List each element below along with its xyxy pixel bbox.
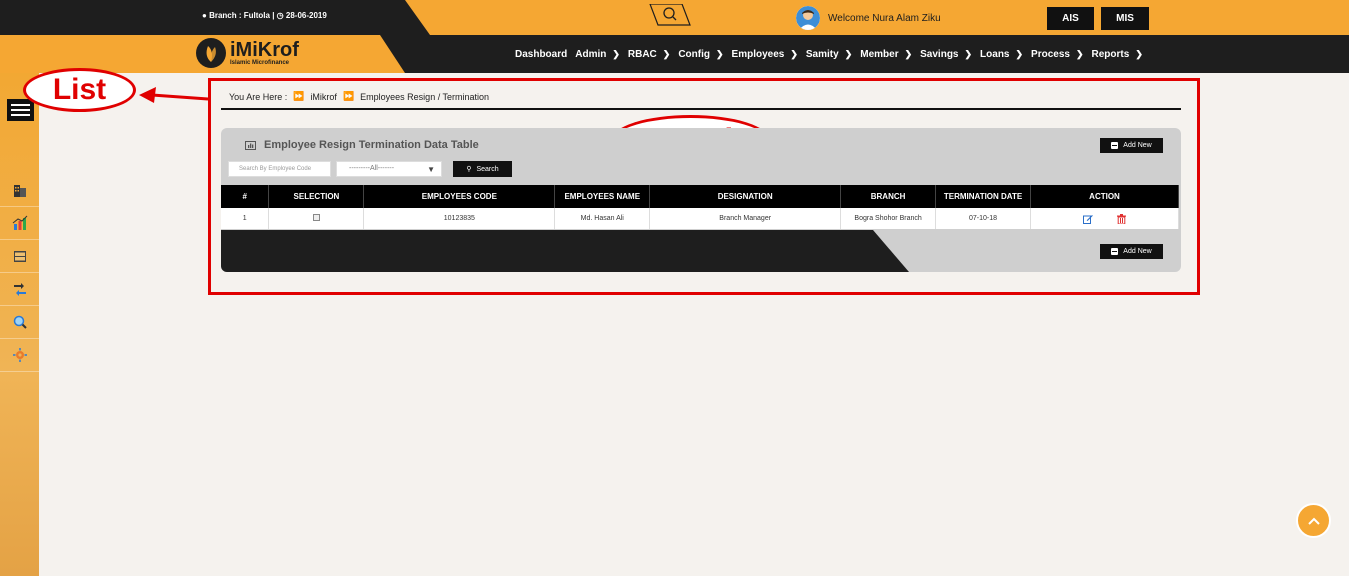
- chevron-right-icon: ❯: [612, 48, 620, 59]
- data-table-panel: Employee Resign Termination Data Table A…: [221, 128, 1181, 272]
- building-icon: [13, 185, 26, 197]
- col-employee-code: EMPLOYEES CODE: [363, 185, 556, 208]
- table-header-row: # SELECTION EMPLOYEES CODE EMPLOYEES NAM…: [221, 185, 1179, 208]
- search-plus-icon: ⚲: [466, 166, 472, 173]
- mis-button[interactable]: MIS: [1101, 7, 1149, 30]
- welcome-text: Welcome Nura Alam Ziku: [828, 12, 941, 24]
- sidebar-item-chart[interactable]: [0, 207, 39, 240]
- breadcrumb-divider: [221, 108, 1181, 110]
- termination-table: # SELECTION EMPLOYEES CODE EMPLOYEES NAM…: [221, 185, 1179, 229]
- chevron-right-icon: ❯: [964, 48, 973, 59]
- chevron-up-icon: [1307, 517, 1320, 525]
- menu-admin[interactable]: Admin ❯: [575, 49, 620, 60]
- cabinet-icon: [13, 251, 26, 262]
- scroll-to-top-button[interactable]: [1296, 503, 1331, 538]
- col-selection: SELECTION: [268, 185, 365, 208]
- chevron-right-icon: ❯: [662, 48, 671, 59]
- col-employee-name: EMPLOYEES NAME: [554, 185, 651, 208]
- search-toggle-button[interactable]: [648, 3, 692, 26]
- logo-title: iMiKrof: [230, 39, 299, 61]
- minus-square-icon: [1111, 142, 1119, 149]
- magnifier-icon: [13, 315, 27, 329]
- sidebar-item-building[interactable]: [0, 174, 39, 207]
- menu-samity[interactable]: Samity ❯: [806, 49, 852, 60]
- chevron-right-icon: ❯: [1015, 48, 1024, 59]
- caret-down-icon: ▼: [427, 165, 435, 174]
- breadcrumb-home[interactable]: iMikrof: [310, 92, 337, 102]
- chevron-right-icon: ❯: [1075, 48, 1084, 59]
- double-chevron-icon: ⏩: [293, 91, 305, 101]
- employee-code-search-input[interactable]: Search By Employee Code: [228, 161, 331, 177]
- col-branch: BRANCH: [840, 185, 937, 208]
- menu-config[interactable]: Config ❯: [678, 49, 723, 60]
- menu-employees[interactable]: Employees ❯: [732, 49, 798, 60]
- chevron-right-icon: ❯: [790, 48, 798, 59]
- col-designation: DESIGNATION: [649, 185, 842, 208]
- row-checkbox[interactable]: [312, 214, 320, 221]
- menu-savings[interactable]: Savings ❯: [920, 49, 972, 60]
- sidebar-item-cabinet[interactable]: [0, 240, 39, 273]
- sidebar: [0, 73, 39, 576]
- cell-selection: [268, 208, 365, 229]
- cell-name: Md. Hasan Ali: [554, 208, 651, 229]
- clock-icon: ◷: [276, 11, 284, 20]
- chevron-right-icon: ❯: [1135, 48, 1143, 59]
- menu-process[interactable]: Process ❯: [1031, 49, 1083, 60]
- gear-icon: [12, 348, 27, 362]
- bar-chart-icon: [245, 140, 256, 150]
- sidebar-item-search[interactable]: [0, 306, 39, 339]
- sidebar-item-transfer[interactable]: [0, 273, 39, 306]
- annotation-list-label: List: [23, 68, 136, 112]
- main-menu: Dashboard Admin ❯ RBAC ❯ Config ❯ Employees…: [515, 35, 1151, 73]
- filter-select[interactable]: ---------All------- ▼: [336, 161, 442, 177]
- branch-text: Branch : Fultola |: [209, 11, 275, 20]
- breadcrumb-prefix: You Are Here :: [229, 91, 288, 102]
- search-icon: [649, 3, 691, 26]
- logo-subtitle: Islamic Microfinance: [230, 60, 290, 66]
- globe-icon: ●: [202, 11, 207, 20]
- menu-loans[interactable]: Loans ❯: [980, 49, 1023, 60]
- cell-date: 07-10-18: [935, 208, 1032, 229]
- avatar: [796, 6, 820, 30]
- breadcrumb: You Are Here : ⏩ iMikrof ⏩ Employees Res…: [229, 91, 489, 102]
- cell-designation: Branch Manager: [649, 208, 842, 229]
- hamburger-menu-icon[interactable]: [7, 99, 34, 121]
- annotation-arrow-left-icon: [139, 87, 209, 103]
- menu-rbac[interactable]: RBAC ❯: [628, 49, 670, 60]
- panel-title-text: Employee Resign Termination Data Table: [264, 139, 479, 151]
- cell-code: 10123835: [363, 208, 556, 229]
- chevron-right-icon: ❯: [904, 48, 913, 59]
- table-row: 1 10123835 Md. Hasan Ali Branch Manager …: [221, 208, 1179, 229]
- ais-button[interactable]: AIS: [1047, 7, 1094, 30]
- branch-info: ● Branch : Fultola | ◷ 28-06-2019: [202, 11, 327, 20]
- menu-member[interactable]: Member ❯: [860, 49, 912, 60]
- cell-branch: Bogra Shohor Branch: [840, 208, 937, 229]
- col-termination-date: TERMINATION DATE: [935, 185, 1032, 208]
- menu-reports[interactable]: Reports ❯: [1092, 49, 1143, 60]
- add-new-button-bottom[interactable]: Add New: [1100, 244, 1163, 259]
- add-new-button-top[interactable]: Add New: [1100, 138, 1163, 153]
- double-chevron-icon: ⏩: [342, 91, 355, 101]
- panel-footer-dark: [221, 230, 909, 272]
- date-text: 28-06-2019: [285, 11, 327, 20]
- search-button[interactable]: ⚲ Search: [453, 161, 512, 177]
- user-welcome[interactable]: Welcome Nura Alam Ziku: [796, 6, 941, 30]
- panel-title: Employee Resign Termination Data Table: [245, 139, 479, 151]
- transfer-icon: [13, 283, 26, 296]
- sidebar-item-settings[interactable]: [0, 339, 39, 372]
- cell-action: [1030, 208, 1179, 229]
- logo[interactable]: iMiKrof Islamic Microfinance: [196, 38, 299, 68]
- chevron-right-icon: ❯: [844, 48, 853, 59]
- menu-dashboard[interactable]: Dashboard: [515, 49, 567, 60]
- breadcrumb-current: Employees Resign / Termination: [360, 91, 490, 102]
- cell-no: 1: [221, 208, 270, 229]
- chevron-right-icon: ❯: [715, 48, 724, 59]
- minus-square-icon: [1111, 248, 1119, 255]
- logo-leaf-icon: [196, 38, 226, 68]
- chart-icon: [12, 215, 27, 230]
- trash-icon[interactable]: [1116, 213, 1126, 224]
- col-action: ACTION: [1030, 185, 1179, 208]
- edit-icon[interactable]: [1083, 214, 1093, 224]
- col-no: #: [221, 185, 270, 208]
